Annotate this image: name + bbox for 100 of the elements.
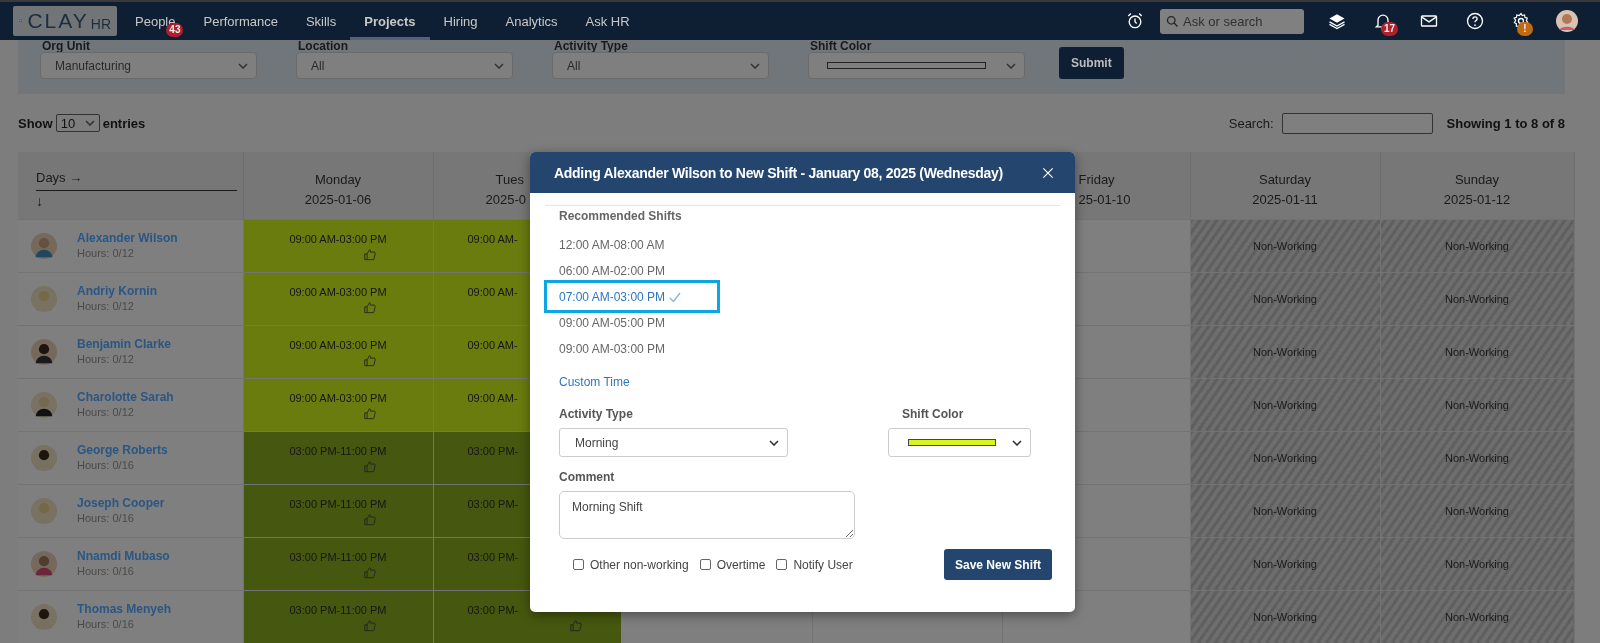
day-date: 2025-01-11 — [1252, 191, 1318, 209]
avatar-icon — [31, 603, 57, 630]
shift-cell[interactable]: 03:00 PM-11:00 PM — [243, 484, 433, 537]
logo-text: HR — [90, 15, 111, 32]
user-avatar-icon[interactable] — [1555, 9, 1579, 33]
logo[interactable]: CLAY HR — [13, 6, 117, 36]
checkbox[interactable] — [573, 559, 584, 570]
thumbs-up-icon[interactable] — [363, 300, 377, 315]
checkbox-label: Overtime — [716, 557, 766, 572]
thumbs-up-icon[interactable] — [363, 618, 377, 633]
shift-cell[interactable]: 09:00 AM-03:00 PM — [243, 378, 433, 431]
shift-time: 03:00 PM-11:00 PM — [289, 602, 387, 617]
nav-tab[interactable]: Performance — [189, 2, 292, 40]
thumbs-up-icon[interactable] — [363, 353, 377, 368]
shift-time: 09:00 AM- — [467, 284, 518, 299]
nav-tab[interactable]: Hiring — [429, 2, 492, 40]
non-working-label: Non-Working — [1445, 346, 1509, 358]
avatar-icon — [31, 444, 57, 471]
non-working-label: Non-Working — [1445, 452, 1509, 464]
shift-time: 03:00 PM- — [467, 443, 519, 458]
non-working-label: Non-Working — [1445, 611, 1509, 623]
dropdown[interactable]: Manufacturing — [40, 52, 257, 79]
non-working-label: Non-Working — [1445, 293, 1509, 305]
save-button[interactable]: Save New Shift — [943, 549, 1052, 580]
shift-time: 09:00 AM- — [467, 337, 518, 352]
non-working-label: Non-Working — [1253, 399, 1317, 411]
caret-icon — [769, 439, 779, 446]
nav-tab[interactable]: Skills — [291, 2, 351, 40]
column-axis-label: Days → — [36, 169, 83, 187]
shift-time: 09:00 AM-03:00 PM — [289, 390, 387, 405]
day-name: Saturday — [1258, 171, 1311, 189]
shift-cell[interactable]: 09:00 AM-03:00 PM — [243, 272, 433, 325]
shift-color-dropdown[interactable] — [888, 428, 1031, 457]
dropdown[interactable]: All — [296, 52, 513, 79]
caret-icon — [494, 62, 504, 69]
caret-icon — [1006, 62, 1016, 69]
caret-icon — [750, 62, 760, 69]
search-icon — [1165, 13, 1180, 29]
checkbox[interactable] — [776, 559, 788, 570]
count-badge: 17 — [1380, 22, 1398, 36]
day-name: Sunday — [1454, 171, 1500, 189]
shift-time: 03:00 PM- — [467, 602, 519, 617]
alarm-clock-icon[interactable] — [1125, 11, 1145, 31]
avatar-icon — [31, 497, 57, 524]
logo-text: CLAY — [27, 9, 89, 33]
logo-icon — [19, 19, 23, 23]
entries-dropdown[interactable]: 10 — [55, 114, 100, 132]
non-working-label: Non-Working — [1253, 505, 1317, 517]
thumbs-up-icon[interactable] — [363, 247, 377, 262]
avatar-icon — [31, 391, 57, 418]
day-date: 2025-01-06 — [304, 191, 372, 209]
shift-option[interactable]: 07:00 AM-03:00 PM — [544, 280, 721, 313]
caret-icon — [238, 62, 248, 69]
shift-cell[interactable]: 09:00 AM-03:00 PM — [243, 325, 433, 378]
day-date: 25-01-10 — [1078, 191, 1131, 209]
shift-cell[interactable]: 03:00 PM-11:00 PM — [243, 537, 433, 590]
thumbs-up-icon[interactable] — [363, 512, 377, 527]
entries-info: Showing 1 to 8 of 8 — [1446, 115, 1565, 131]
shift-time: 03:00 PM-11:00 PM — [289, 496, 387, 511]
show-label: Show — [18, 115, 53, 131]
comment-field[interactable]: Morning Shift — [559, 491, 855, 539]
filter-label: Activity Type — [553, 40, 629, 52]
avatar-icon — [31, 338, 57, 365]
search-field[interactable] — [1281, 112, 1433, 134]
non-working-label: Non-Working — [1253, 293, 1317, 305]
avatar-icon — [31, 232, 57, 259]
non-working-label: Non-Working — [1445, 505, 1509, 517]
nav-tab[interactable]: Ask HR — [571, 2, 644, 40]
search-field[interactable]: Ask or search — [1160, 8, 1304, 34]
row-axis-label: ↓ — [36, 192, 43, 211]
thumbs-up-icon[interactable] — [568, 618, 583, 633]
thumbs-up-icon[interactable] — [363, 459, 377, 474]
help-icon[interactable] — [1465, 11, 1485, 31]
non-working-label: Non-Working — [1445, 240, 1509, 252]
day-name: Monday — [314, 171, 362, 189]
search-label: Search: — [1228, 115, 1274, 131]
day-name: Tues — [495, 171, 524, 189]
shift-time: 03:00 PM- — [467, 496, 519, 511]
dropdown[interactable] — [808, 52, 1025, 79]
activity-type-dropdown[interactable]: Morning — [559, 428, 788, 457]
shift-cell[interactable]: 03:00 PM-11:00 PM — [243, 431, 433, 484]
thumbs-up-icon[interactable] — [363, 406, 377, 421]
modal-title: Adding Alexander Wilson to New Shift - January 08, 2025 (Wednesday) — [554, 164, 1004, 181]
non-working-label: Non-Working — [1253, 558, 1317, 570]
checkbox[interactable] — [699, 559, 711, 570]
shift-cell[interactable]: 09:00 AM-03:00 PM — [243, 219, 433, 272]
dropdown[interactable]: All — [552, 52, 769, 79]
non-working-label: Non-Working — [1253, 346, 1317, 358]
submit-button[interactable]: Submit — [1059, 47, 1124, 79]
non-working-label: Non-Working — [1445, 399, 1509, 411]
shift-time: 03:00 PM-11:00 PM — [289, 443, 387, 458]
shift-time: 09:00 AM-03:00 PM — [289, 231, 387, 246]
nav-tab[interactable]: Analytics — [491, 2, 572, 40]
filter-label: Shift Color — [809, 40, 873, 52]
shift-time: 09:00 AM- — [467, 231, 518, 246]
shift-time: 03:00 PM-11:00 PM — [289, 549, 387, 564]
shift-cell[interactable]: 03:00 PM-11:00 PM — [243, 590, 433, 643]
close-icon[interactable] — [1041, 165, 1055, 180]
nav-tab[interactable]: People43 — [121, 2, 190, 40]
thumbs-up-icon[interactable] — [363, 565, 377, 580]
